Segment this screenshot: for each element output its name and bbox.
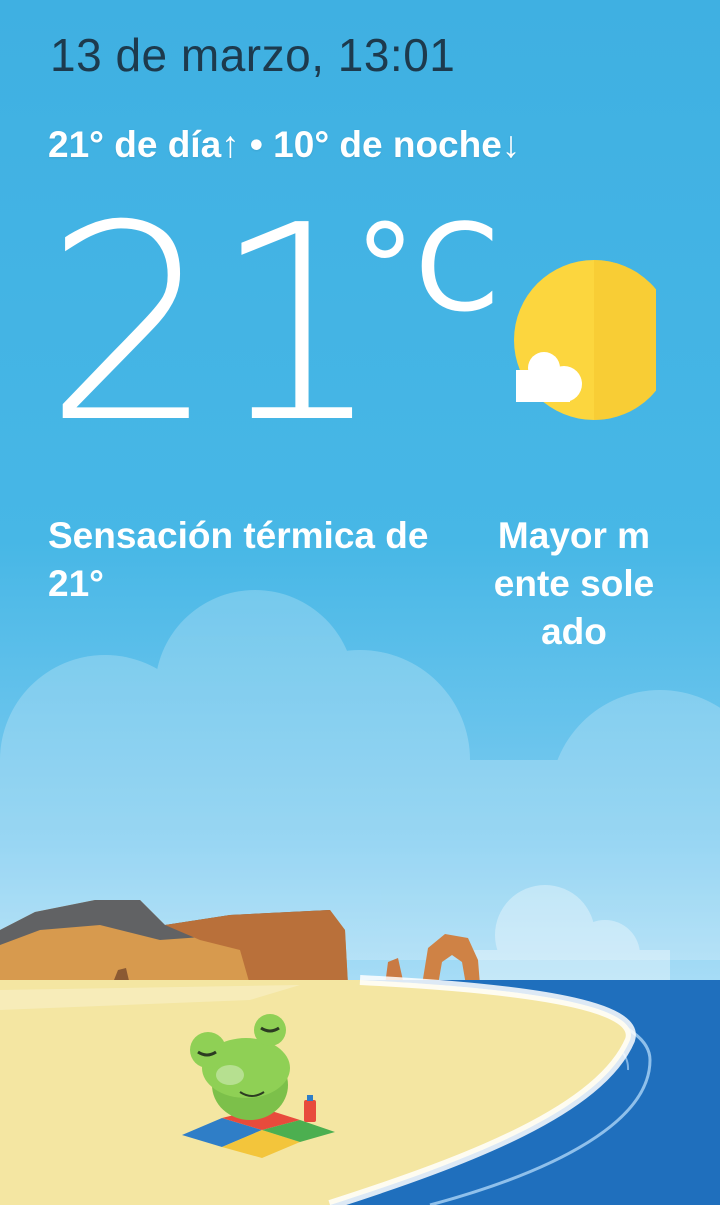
date-time: 13 de marzo, 13:01 — [50, 29, 456, 81]
temperature-unit: °C — [355, 200, 499, 339]
feels-like-text: Sensación térmica de 21° — [48, 515, 429, 604]
day-night-range: 21° de día↑ • 10° de noche↓ — [48, 124, 521, 165]
condition-text: Mayor mente soleado — [493, 515, 655, 652]
current-temperature: 21 — [44, 167, 384, 482]
